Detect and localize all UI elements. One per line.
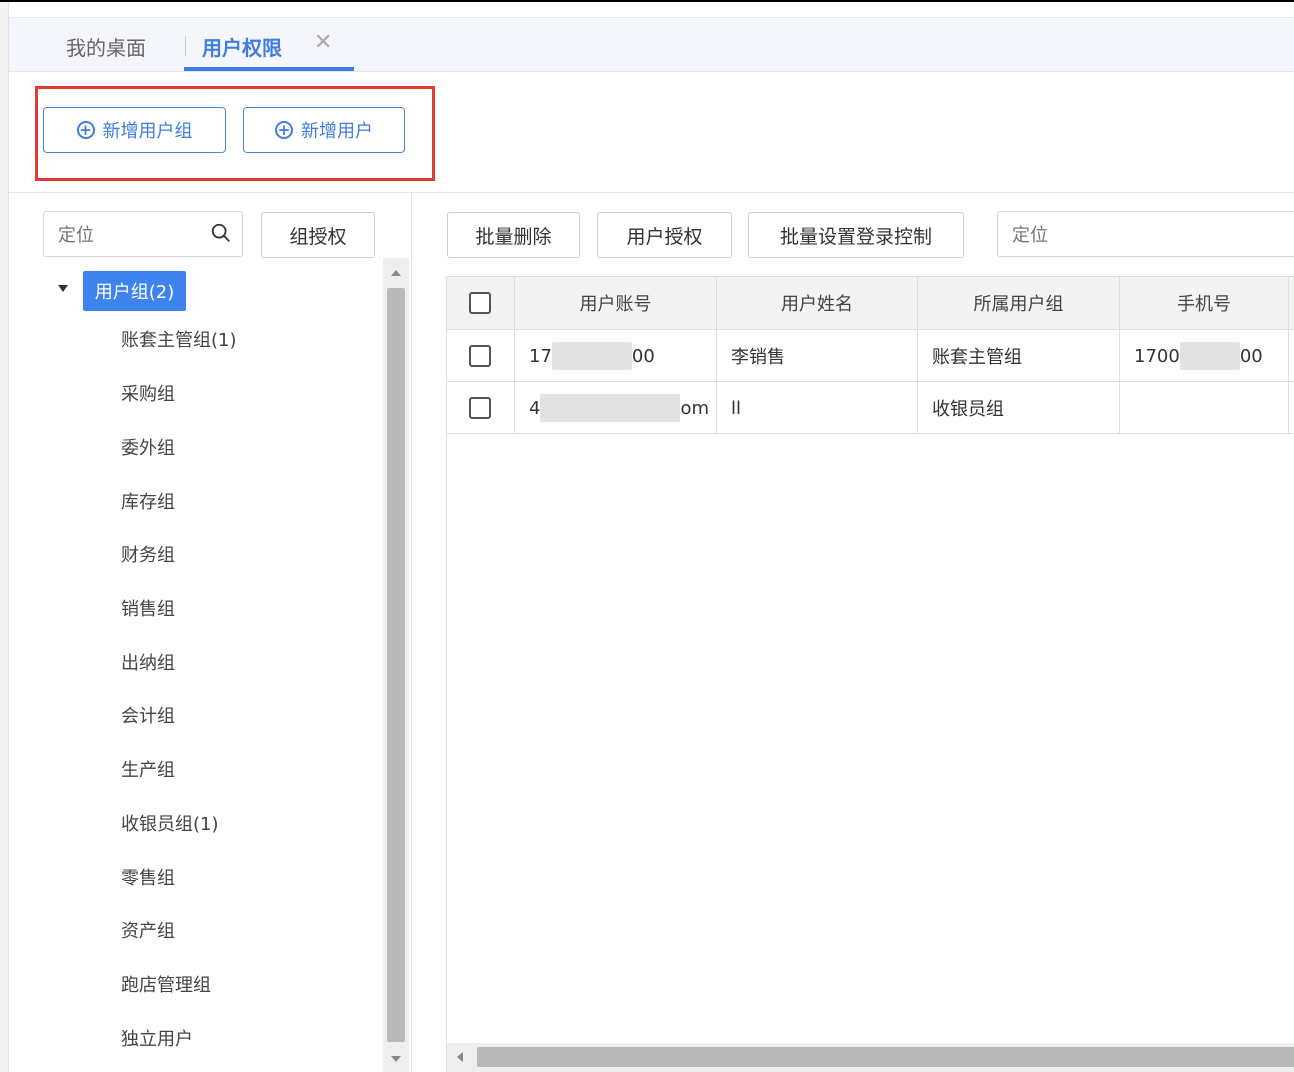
row-checkbox[interactable] bbox=[469, 345, 491, 367]
active-tab-indicator bbox=[184, 67, 354, 71]
add-user-button[interactable]: + 新增用户 bbox=[243, 107, 405, 153]
tree-item[interactable]: 跑店管理组 bbox=[121, 971, 211, 997]
tab-my-desktop[interactable]: 我的桌面 bbox=[66, 32, 146, 61]
group-search-field[interactable] bbox=[43, 211, 243, 257]
user-table: 用户账号 用户姓名 所属用户组 手机号 17 00 李销售 账套主管组 1700… bbox=[446, 276, 1294, 1072]
row-checkbox-cell bbox=[447, 330, 515, 382]
group-search-input[interactable] bbox=[56, 214, 210, 256]
tree-item[interactable]: 资产组 bbox=[121, 917, 175, 943]
header-name[interactable]: 用户姓名 bbox=[717, 277, 918, 329]
table-header: 用户账号 用户姓名 所属用户组 手机号 bbox=[447, 277, 1294, 330]
tree-item[interactable]: 出纳组 bbox=[121, 649, 175, 675]
scroll-left-arrow-icon[interactable] bbox=[457, 1052, 463, 1062]
group-tree-panel bbox=[9, 193, 412, 1072]
row-checkbox-cell bbox=[447, 382, 515, 434]
tree-vertical-scrollbar[interactable] bbox=[383, 258, 409, 1072]
tree-item[interactable]: 生产组 bbox=[121, 756, 175, 782]
scrollbar-thumb[interactable] bbox=[477, 1047, 1294, 1067]
group-cell: 收银员组 bbox=[918, 382, 1120, 434]
tree-item[interactable]: 采购组 bbox=[121, 380, 175, 406]
left-frame bbox=[0, 2, 9, 1072]
select-all-checkbox[interactable] bbox=[469, 292, 491, 314]
batch-delete-button[interactable]: 批量删除 bbox=[447, 212, 580, 258]
plus-circle-icon: + bbox=[275, 121, 293, 139]
user-authorize-button[interactable]: 用户授权 bbox=[597, 212, 732, 258]
scrollbar-thumb[interactable] bbox=[387, 288, 405, 1042]
scroll-down-arrow-icon[interactable] bbox=[391, 1056, 401, 1062]
tab-user-permissions[interactable]: 用户权限 bbox=[202, 32, 282, 61]
account-cell: 17 00 bbox=[515, 330, 717, 382]
tree-item[interactable]: 销售组 bbox=[121, 595, 175, 621]
top-border bbox=[0, 0, 1294, 2]
tree-item[interactable]: 独立用户 bbox=[121, 1025, 193, 1051]
redacted-block bbox=[551, 342, 632, 370]
header-checkbox-cell bbox=[447, 277, 515, 329]
phone-cell bbox=[1120, 382, 1289, 434]
tree-item[interactable]: 账套主管组(1) bbox=[121, 326, 237, 352]
scroll-up-arrow-icon[interactable] bbox=[391, 270, 401, 276]
batch-login-control-button[interactable]: 批量设置登录控制 bbox=[748, 212, 964, 258]
name-cell: 李销售 bbox=[717, 330, 918, 382]
close-icon[interactable]: ✕ bbox=[314, 30, 332, 55]
add-user-label: 新增用户 bbox=[301, 121, 373, 142]
tree-item[interactable]: 委外组 bbox=[121, 434, 175, 460]
tab-separator bbox=[185, 36, 186, 56]
tree-item[interactable]: 收银员组(1) bbox=[121, 810, 219, 836]
table-row[interactable]: 17 00 李销售 账套主管组 1700 00 bbox=[447, 330, 1294, 382]
account-text-end: 00 bbox=[631, 345, 655, 367]
table-horizontal-scrollbar[interactable] bbox=[447, 1043, 1294, 1072]
account-text-start: 4 bbox=[529, 397, 541, 419]
user-search-input[interactable] bbox=[1010, 214, 1274, 256]
group-cell: 账套主管组 bbox=[918, 330, 1120, 382]
header-account[interactable]: 用户账号 bbox=[515, 277, 717, 329]
account-text-end: om bbox=[680, 397, 709, 419]
tree-item[interactable]: 会计组 bbox=[121, 702, 175, 728]
plus-circle-icon: + bbox=[76, 121, 95, 139]
tab-bar: 我的桌面 用户权限 ✕ bbox=[9, 17, 1294, 72]
user-search-field[interactable] bbox=[997, 211, 1294, 257]
redacted-block bbox=[540, 394, 681, 422]
add-user-group-button[interactable]: + 新增用户组 bbox=[43, 107, 226, 153]
tree-root-user-groups[interactable]: 用户组(2) bbox=[83, 271, 186, 311]
tree-item[interactable]: 库存组 bbox=[121, 488, 175, 514]
header-group[interactable]: 所属用户组 bbox=[918, 277, 1120, 329]
tree-item[interactable]: 财务组 bbox=[121, 541, 175, 567]
tree-item[interactable]: 零售组 bbox=[121, 864, 175, 890]
header-phone[interactable]: 手机号 bbox=[1120, 277, 1289, 329]
row-checkbox[interactable] bbox=[469, 397, 491, 419]
caret-down-icon[interactable] bbox=[58, 285, 68, 292]
phone-text-start: 1700 bbox=[1134, 345, 1180, 367]
add-user-group-label: 新增用户组 bbox=[102, 121, 193, 142]
group-authorize-button[interactable]: 组授权 bbox=[261, 212, 375, 258]
name-cell: ll bbox=[717, 382, 918, 434]
phone-text-end: 00 bbox=[1239, 345, 1263, 367]
search-icon[interactable] bbox=[210, 222, 232, 244]
account-text-start: 17 bbox=[529, 345, 552, 367]
account-cell: 4 om bbox=[515, 382, 717, 434]
phone-cell: 1700 00 bbox=[1120, 330, 1289, 382]
redacted-block bbox=[1179, 342, 1240, 370]
table-row[interactable]: 4 om ll 收银员组 bbox=[447, 382, 1294, 434]
